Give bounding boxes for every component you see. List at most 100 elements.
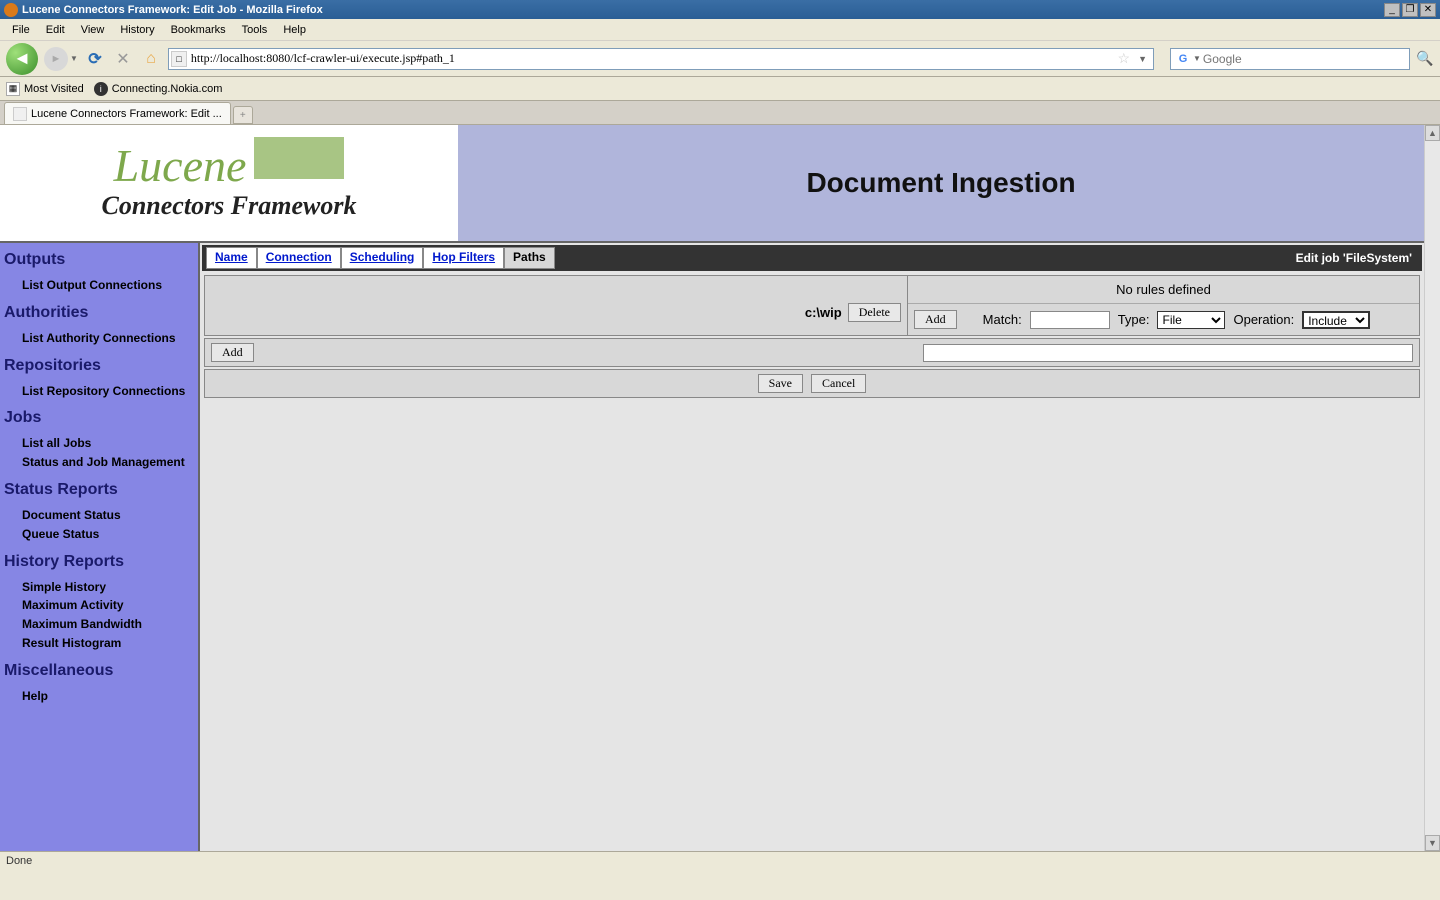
bookmark-icon: i [94, 82, 108, 96]
add-rule-button[interactable]: Add [914, 310, 957, 329]
cancel-button[interactable]: Cancel [811, 374, 866, 393]
operation-label: Operation: [1233, 312, 1294, 327]
window-titlebar: Lucene Connectors Framework: Edit Job - … [0, 0, 1440, 19]
logo-sub: Connectors Framework [102, 191, 357, 221]
bookmark-label: Most Visited [24, 83, 84, 95]
path-row: c:\wip Delete No rules defined Add Match… [204, 275, 1420, 336]
add-path-button[interactable]: Add [211, 343, 254, 362]
reload-button[interactable]: ⟳ [84, 48, 106, 70]
menu-view[interactable]: View [73, 22, 113, 38]
no-rules-text: No rules defined [908, 276, 1419, 304]
status-text: Done [6, 855, 32, 867]
menu-history[interactable]: History [112, 22, 162, 38]
sidebar-link[interactable]: Maximum Activity [22, 597, 194, 614]
home-button[interactable]: ⌂ [140, 48, 162, 70]
bookmark-star-icon[interactable]: ☆ [1114, 50, 1135, 67]
sidebar-link[interactable]: Status and Job Management [22, 454, 194, 471]
status-bar: Done [0, 851, 1440, 870]
history-dropdown-icon[interactable]: ▼ [70, 54, 78, 63]
path-value-label: c:\wip [805, 305, 842, 320]
sidebar-link[interactable]: List Authority Connections [22, 330, 194, 347]
site-identity-icon[interactable]: □ [171, 51, 187, 67]
sidebar: Outputs List Output Connections Authoritie… [0, 243, 200, 851]
search-input[interactable] [1203, 52, 1405, 66]
tab-hopfilters[interactable]: Hop Filters [423, 247, 504, 269]
sidebar-link[interactable]: Maximum Bandwidth [22, 616, 194, 633]
firefox-icon [4, 3, 18, 17]
work-area: Name Connection Scheduling Hop Filters P… [200, 243, 1424, 851]
browser-tabstrip: Lucene Connectors Framework: Edit ... + [0, 101, 1440, 125]
menu-file[interactable]: File [4, 22, 38, 38]
window-title: Lucene Connectors Framework: Edit Job - … [22, 4, 1384, 16]
search-bar[interactable]: G ▼ [1170, 48, 1410, 70]
tab-name[interactable]: Name [206, 247, 257, 269]
edit-job-label: Edit job 'FileSystem' [1296, 251, 1418, 265]
save-button[interactable]: Save [758, 374, 803, 393]
type-select[interactable]: File [1157, 311, 1225, 329]
nav-toolbar: ◄ ► ▼ ⟳ ✕ ⌂ □ ☆ ▼ G ▼ 🔍 [0, 41, 1440, 77]
new-tab-button[interactable]: + [233, 106, 253, 124]
job-tab-header: Name Connection Scheduling Hop Filters P… [202, 245, 1422, 271]
sidebar-link[interactable]: List all Jobs [22, 435, 194, 452]
menu-bar: File Edit View History Bookmarks Tools H… [0, 19, 1440, 41]
sidebar-link[interactable]: Help [22, 688, 194, 705]
menu-help[interactable]: Help [275, 22, 314, 38]
browser-tab[interactable]: Lucene Connectors Framework: Edit ... [4, 102, 231, 124]
tab-favicon [13, 107, 27, 121]
search-engine-dropdown-icon[interactable]: ▼ [1191, 54, 1203, 63]
menu-tools[interactable]: Tools [234, 22, 276, 38]
new-path-input[interactable] [923, 344, 1413, 362]
bookmark-icon: ▦ [6, 82, 20, 96]
action-row: Save Cancel [204, 369, 1420, 398]
close-button[interactable]: ✕ [1420, 3, 1436, 17]
scroll-up-icon[interactable]: ▲ [1425, 125, 1440, 141]
bookmarks-toolbar: ▦ Most Visited i Connecting.Nokia.com [0, 77, 1440, 101]
google-icon[interactable]: G [1175, 51, 1191, 67]
sidebar-header: History Reports [4, 553, 194, 571]
logo-main: Lucene [114, 145, 247, 186]
url-dropdown-icon[interactable]: ▼ [1134, 54, 1151, 64]
sidebar-link[interactable]: Simple History [22, 579, 194, 596]
sidebar-header: Repositories [4, 357, 194, 375]
delete-path-button[interactable]: Delete [848, 303, 901, 322]
tab-label: Lucene Connectors Framework: Edit ... [31, 108, 222, 120]
sidebar-header: Jobs [4, 409, 194, 427]
back-button[interactable]: ◄ [6, 43, 38, 75]
bookmark-label: Connecting.Nokia.com [112, 83, 223, 95]
maximize-button[interactable]: ❐ [1402, 3, 1418, 17]
scroll-down-icon[interactable]: ▼ [1425, 835, 1440, 851]
minimize-button[interactable]: _ [1384, 3, 1400, 17]
vertical-scrollbar[interactable]: ▲ ▼ [1424, 125, 1440, 851]
add-path-row: Add [204, 338, 1420, 367]
sidebar-header: Outputs [4, 251, 194, 269]
tab-paths[interactable]: Paths [504, 247, 555, 269]
rule-bar: Add Match: Type: File Operation: [908, 304, 1419, 335]
sidebar-header: Authorities [4, 304, 194, 322]
type-label: Type: [1118, 312, 1150, 327]
banner-right: Document Ingestion [458, 125, 1424, 241]
bookmark-nokia[interactable]: i Connecting.Nokia.com [94, 82, 223, 96]
forward-button[interactable]: ► [44, 47, 68, 71]
sidebar-link[interactable]: Result Histogram [22, 635, 194, 652]
sidebar-link[interactable]: List Output Connections [22, 277, 194, 294]
tab-connection[interactable]: Connection [257, 247, 341, 269]
sidebar-link[interactable]: Queue Status [22, 526, 194, 543]
tab-scheduling[interactable]: Scheduling [341, 247, 424, 269]
app-banner: Lucene Connectors Framework Document Ing… [0, 125, 1424, 243]
menu-edit[interactable]: Edit [38, 22, 73, 38]
stop-button[interactable]: ✕ [112, 48, 134, 70]
sidebar-link[interactable]: Document Status [22, 507, 194, 524]
match-label: Match: [983, 312, 1022, 327]
url-input[interactable] [191, 51, 1114, 66]
url-bar[interactable]: □ ☆ ▼ [168, 48, 1154, 70]
sidebar-header: Status Reports [4, 481, 194, 499]
logo-swoosh-icon [254, 137, 344, 179]
page-title: Document Ingestion [806, 167, 1075, 199]
sidebar-link[interactable]: List Repository Connections [22, 383, 194, 400]
menu-bookmarks[interactable]: Bookmarks [163, 22, 234, 38]
sidebar-header: Miscellaneous [4, 662, 194, 680]
operation-select[interactable]: Include [1302, 311, 1370, 329]
search-go-icon[interactable]: 🔍 [1416, 50, 1434, 68]
match-input[interactable] [1030, 311, 1110, 329]
bookmark-most-visited[interactable]: ▦ Most Visited [6, 82, 84, 96]
